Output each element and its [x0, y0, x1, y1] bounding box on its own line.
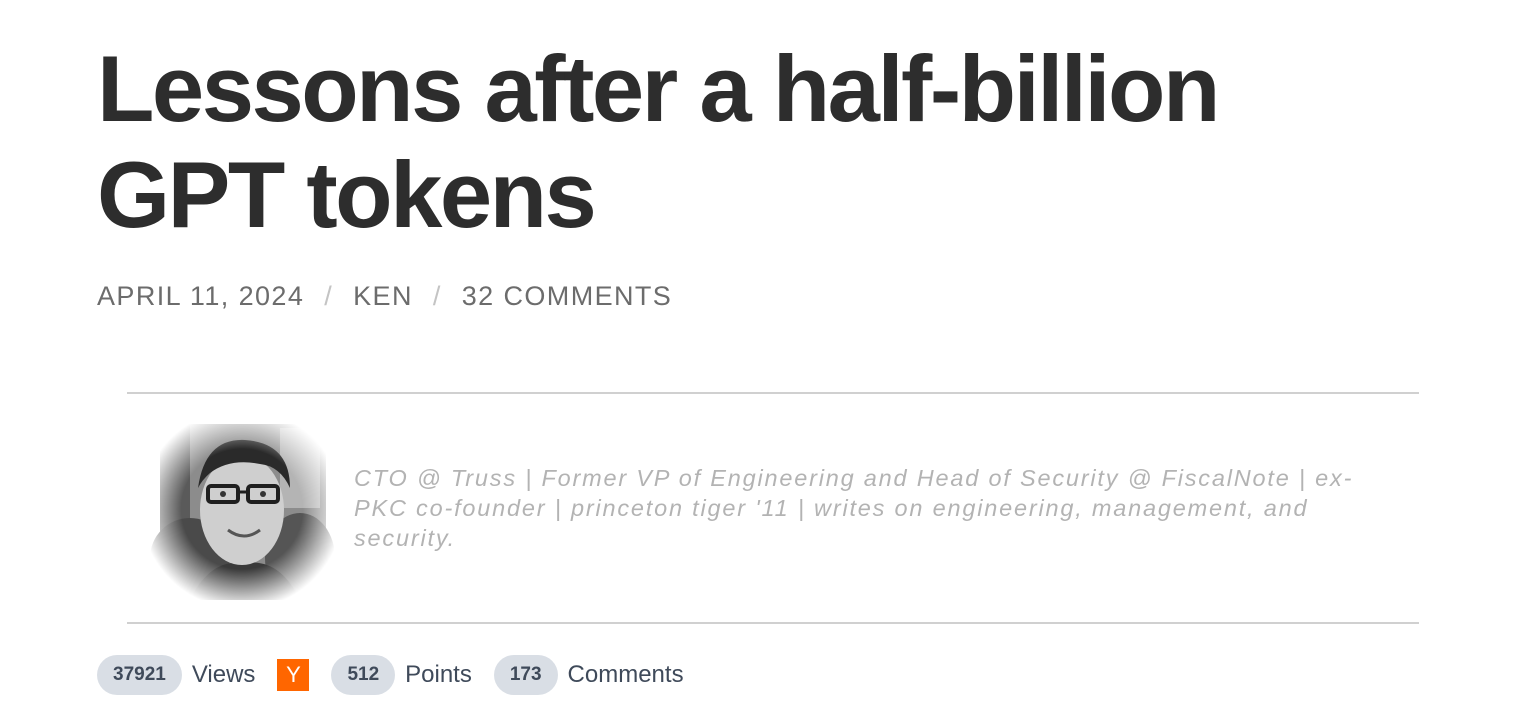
comments-label[interactable]: Comments — [568, 661, 684, 689]
points-count-badge: 512 — [331, 655, 396, 695]
points-label: Points — [405, 661, 472, 688]
post-stats-bar: 37921 Views Y 512 Points 173 Comments — [97, 655, 684, 695]
author-box-bottom-divider — [127, 622, 1419, 624]
author-avatar — [150, 418, 334, 600]
comments-count-badge[interactable]: 173 — [493, 655, 558, 695]
meta-separator: / — [432, 280, 442, 311]
views-label: Views — [191, 661, 256, 688]
author-bio: CTO @ Truss | Former VP of Engineering a… — [354, 465, 1354, 551]
meta-separator: / — [324, 280, 334, 311]
post-title: Lessons after a half-billion GPT tokens — [97, 36, 1220, 247]
hacker-news-icon[interactable]: Y — [277, 659, 310, 691]
views-count-badge: 37921 — [97, 655, 182, 695]
author-link[interactable]: KEN — [353, 281, 413, 312]
post-date-link[interactable]: APRIL 11, 2024 — [97, 281, 304, 312]
post-meta: APRIL 11, 2024 / KEN / 32 COMMENTS — [97, 278, 672, 314]
comments-link[interactable]: 32 COMMENTS — [462, 281, 672, 312]
author-box-top-divider — [127, 392, 1419, 394]
